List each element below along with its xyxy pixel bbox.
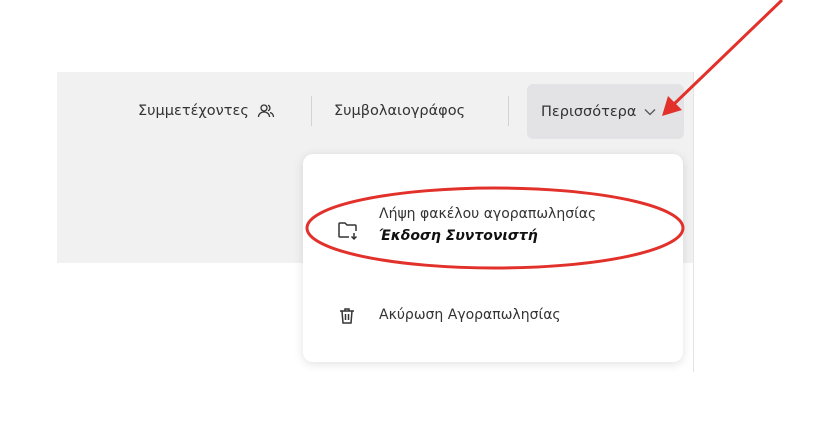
users-icon	[257, 104, 274, 118]
divider	[693, 72, 694, 372]
trash-icon	[340, 308, 354, 324]
more-label: Περισσότερα	[541, 103, 637, 120]
participants-button[interactable]: Συμμετέχοντες	[138, 84, 275, 138]
more-dropdown-menu: Λήψη φακέλου αγοραπωλησίας Έκδοση Συντον…	[303, 154, 683, 362]
separator	[311, 96, 312, 126]
separator	[508, 96, 509, 126]
participants-label: Συμμετέχοντες	[138, 103, 249, 119]
menu-item-sublabel: Έκδοση Συντονιστή	[379, 228, 538, 244]
notary-label: Συμβολαιογράφος	[334, 103, 466, 119]
more-button[interactable]: Περισσότερα	[527, 84, 684, 139]
notary-button[interactable]: Συμβολαιογράφος	[334, 84, 465, 138]
chevron-down-icon	[644, 108, 656, 115]
menu-item-label: Λήψη φακέλου αγοραπωλησίας	[379, 206, 597, 222]
menu-item-cancel-sale[interactable]: Ακύρωση Αγοραπωλησίας	[303, 304, 683, 334]
menu-item-label: Ακύρωση Αγοραπωλησίας	[379, 307, 561, 323]
folder-download-icon	[338, 222, 358, 241]
menu-item-download-folder[interactable]: Λήψη φακέλου αγοραπωλησίας Έκδοση Συντον…	[303, 206, 683, 256]
